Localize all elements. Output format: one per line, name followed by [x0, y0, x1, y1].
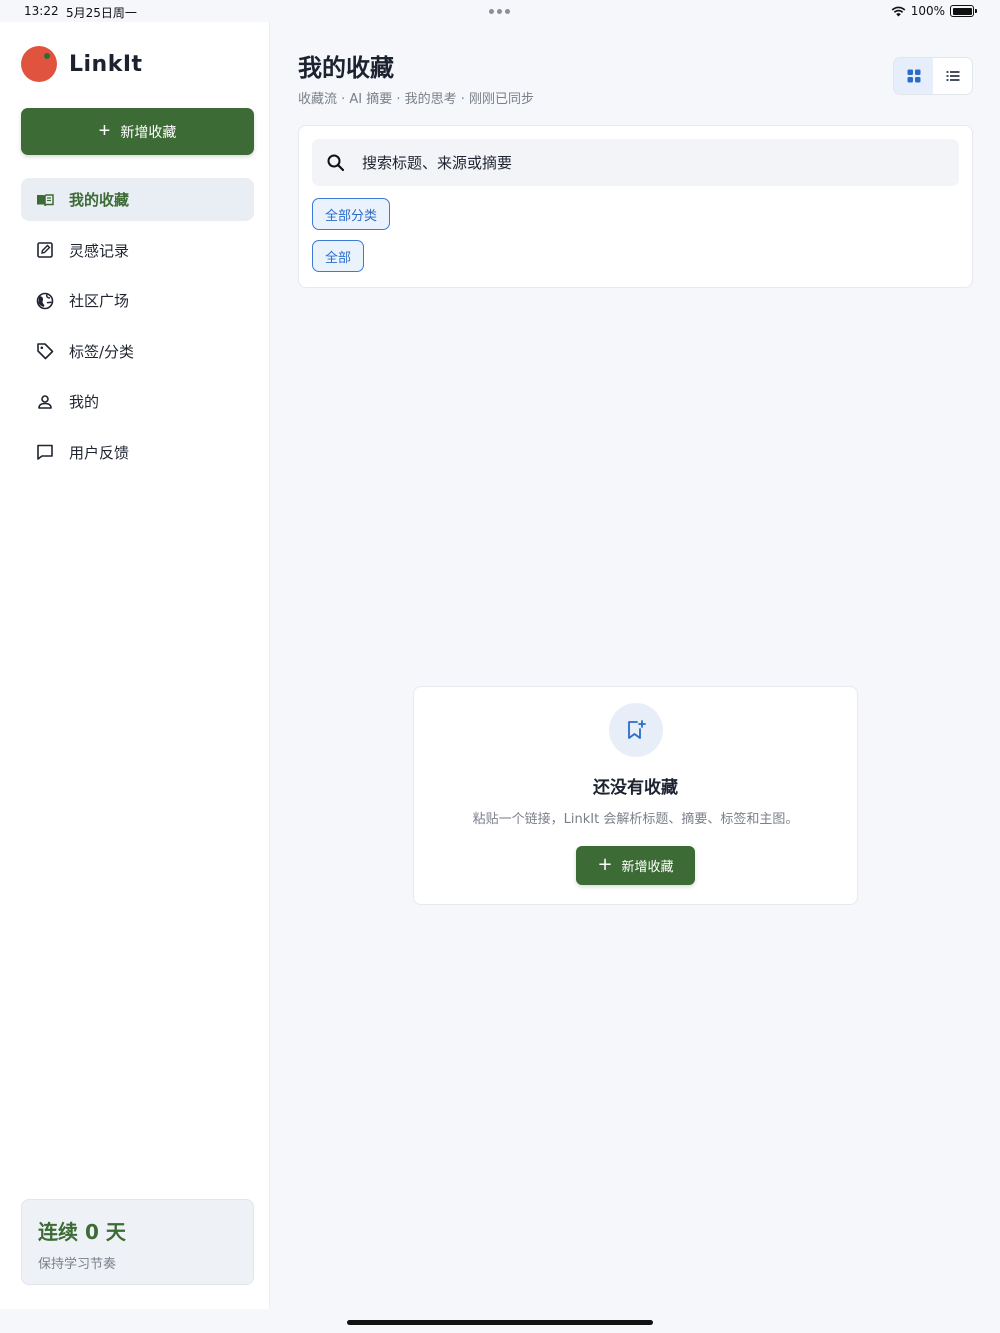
plus-icon: + [597, 853, 613, 875]
empty-state-icon-circle [609, 703, 663, 757]
sidebar-item-me[interactable]: 我的 [21, 380, 254, 423]
list-icon [946, 71, 959, 81]
sidebar-item-label: 用户反馈 [69, 443, 130, 462]
grid-icon [907, 69, 920, 83]
new-bookmark-button[interactable]: + 新增收藏 [21, 108, 254, 155]
new-bookmark-label: 新增收藏 [120, 123, 177, 140]
tomato-logo-icon [21, 46, 57, 82]
wifi-icon [891, 6, 906, 16]
sidebar-item-inspiration[interactable]: 灵感记录 [21, 229, 254, 272]
note-edit-icon [37, 242, 53, 258]
streak-title: 连续 0 天 [38, 1220, 126, 1244]
sidebar-item-feedback[interactable]: 用户反馈 [21, 431, 254, 474]
search-input[interactable] [362, 153, 922, 172]
grid-view-button[interactable] [894, 58, 933, 94]
multitask-dots-icon[interactable] [489, 9, 510, 14]
bookmark-add-icon [628, 720, 646, 739]
view-toggle [893, 57, 973, 95]
battery-icon [950, 5, 977, 17]
brand: LinkIt [21, 46, 143, 82]
status-date: 5月25日周一 [66, 6, 137, 20]
chat-bubble-icon [37, 444, 53, 460]
battery-percent: 100% [910, 4, 945, 18]
list-view-button[interactable] [933, 58, 972, 94]
page-subtitle: 收藏流 · AI 摘要 · 我的思考 · 刚刚已同步 [298, 92, 535, 107]
sidebar-item-label: 我的收藏 [69, 191, 130, 209]
category-filter-chip[interactable]: 全部分类 [312, 198, 391, 230]
sidebar-item-label: 标签/分类 [69, 342, 135, 361]
streak-subtitle: 保持学习节奏 [38, 1257, 117, 1272]
sidebar: LinkIt + 新增收藏 我的收藏 灵感记录 社区广场 标签/分类 我的 用户… [0, 22, 270, 1309]
sidebar-item-label: 社区广场 [69, 292, 130, 310]
filter-card: 全部分类 全部 [298, 125, 973, 288]
sidebar-item-tags[interactable]: 标签/分类 [21, 330, 254, 373]
user-icon [38, 394, 52, 409]
streak-card: 连续 0 天 保持学习节奏 [21, 1199, 254, 1285]
empty-state-title: 还没有收藏 [593, 778, 678, 798]
status-bar: 13:22 5月25日周一 100% [0, 0, 1000, 22]
empty-state-description: 粘贴一个链接，LinkIt 会解析标题、摘要、标签和主图。 [472, 812, 799, 827]
sidebar-item-label: 我的 [69, 393, 100, 411]
page-title: 我的收藏 [298, 54, 394, 82]
home-indicator[interactable] [347, 1320, 653, 1325]
sidebar-item-label: 灵感记录 [69, 241, 130, 260]
sidebar-item-my-bookmarks[interactable]: 我的收藏 [21, 178, 254, 221]
sidebar-item-community[interactable]: 社区广场 [21, 279, 254, 322]
search-icon [327, 154, 345, 171]
sidebar-nav: 我的收藏 灵感记录 社区广场 标签/分类 我的 用户反馈 [21, 178, 254, 481]
app-name: LinkIt [69, 51, 143, 77]
status-time: 13:22 [24, 4, 59, 18]
globe-icon [36, 292, 54, 309]
tag-icon [37, 343, 54, 360]
book-open-icon [37, 193, 54, 206]
plus-icon: + [98, 119, 111, 142]
empty-state-button-label: 新增收藏 [621, 860, 674, 875]
status-indicators: 100% [891, 4, 977, 18]
search-box[interactable] [312, 139, 959, 186]
empty-state-card: 还没有收藏 粘贴一个链接，LinkIt 会解析标题、摘要、标签和主图。 + 新增… [413, 686, 858, 905]
empty-state-new-bookmark-button[interactable]: + 新增收藏 [576, 846, 695, 885]
all-filter-chip[interactable]: 全部 [312, 240, 365, 272]
